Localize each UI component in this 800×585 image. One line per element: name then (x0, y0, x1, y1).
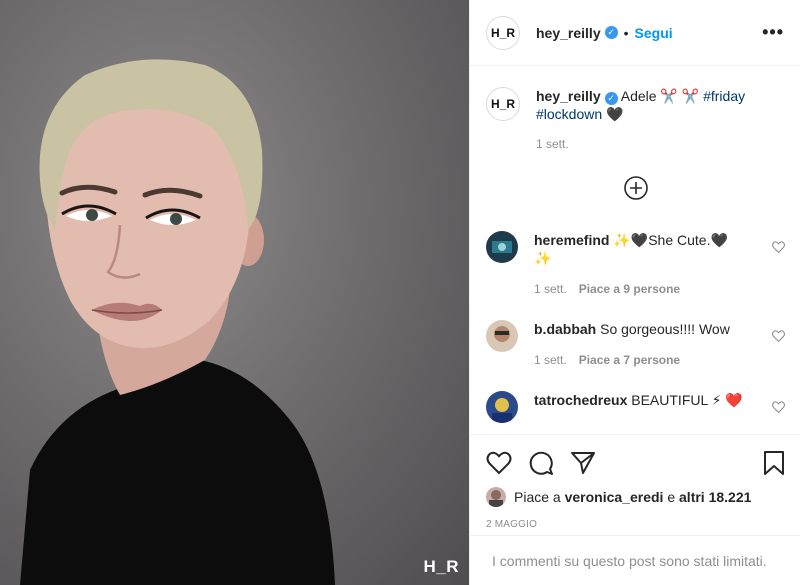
comment-item: tatrochedreux BEAUTIFUL ⚡ ❤️ (486, 391, 785, 423)
comment-username[interactable]: heremefind (534, 232, 609, 248)
comment-likes[interactable]: Piace a 9 persone (579, 282, 680, 296)
caption-time[interactable]: 1 sett. (536, 135, 745, 153)
heart-icon[interactable] (486, 451, 512, 475)
likes-prefix: Piace a (514, 489, 565, 505)
author-avatar[interactable]: H_R (486, 15, 520, 50)
caption-text: Adele ✂️ ✂️ (620, 88, 700, 104)
comment-item: b.dabbah So gorgeous!!!! Wow 1 sett. Piac… (486, 320, 785, 369)
post-caption: H_R hey_reilly ✓ Adele ✂️ ✂️ #friday #loc… (486, 87, 785, 153)
comment-text: BEAUTIFUL ⚡ ❤️ (631, 392, 743, 408)
comment-likes[interactable]: Piace a 7 persone (579, 353, 680, 367)
bookmark-icon[interactable] (763, 450, 785, 476)
post-header: H_R hey_reilly ✓ • Segui ••• (470, 0, 800, 66)
photo-watermark: H_R (423, 557, 459, 576)
heart-icon[interactable] (772, 330, 785, 342)
commenter-avatar[interactable] (486, 320, 518, 352)
hashtag-lockdown[interactable]: #lockdown (536, 106, 602, 122)
likes-middle: e (663, 489, 680, 505)
follow-button[interactable]: Segui (635, 25, 673, 41)
commenter-avatar[interactable] (486, 231, 518, 263)
liker-avatar[interactable] (486, 487, 506, 507)
portrait-illustration (20, 59, 335, 585)
heart-icon[interactable] (772, 401, 785, 413)
caption-username[interactable]: hey_reilly (536, 88, 601, 104)
comment-username[interactable]: tatrochedreux (534, 392, 627, 408)
comment-text: So gorgeous!!!! Wow (600, 321, 730, 337)
post-photo[interactable]: H_R (0, 0, 469, 585)
caption-avatar[interactable]: H_R (486, 87, 520, 121)
verified-badge-icon: ✓ (604, 26, 618, 39)
comment-username[interactable]: b.dabbah (534, 321, 596, 337)
post-sidebar: H_R hey_reilly ✓ • Segui ••• H_R hey_rei… (469, 0, 800, 585)
comment-time[interactable]: 1 sett. (534, 353, 567, 367)
separator-dot: • (623, 24, 629, 41)
verified-badge-icon: ✓ (604, 92, 618, 105)
comment-item: heremefind ✨🖤She Cute.🖤 ✨ 1 sett. Piace a… (486, 231, 785, 298)
share-icon[interactable] (570, 451, 596, 475)
author-username[interactable]: hey_reilly (536, 25, 601, 41)
commenter-avatar[interactable] (486, 391, 518, 423)
comment-icon[interactable] (528, 450, 554, 476)
post-modal: H_R H_R hey_reilly ✓ • Segui ••• H_R hey… (0, 0, 800, 585)
comment-time[interactable]: 1 sett. (534, 282, 567, 296)
likes-others-link[interactable]: altri 18.221 (679, 489, 751, 505)
plus-circle-icon[interactable] (623, 175, 649, 201)
liker-username[interactable]: veronica_eredi (565, 489, 664, 505)
heart-icon[interactable] (772, 241, 785, 253)
comments-list[interactable]: H_R hey_reilly ✓ Adele ✂️ ✂️ #friday #loc… (470, 67, 800, 434)
comments-limited-notice: I commenti su questo post sono stati lim… (470, 535, 800, 585)
likes-summary: Piace a veronica_eredi e altri 18.221 (486, 487, 785, 507)
post-actions: Piace a veronica_eredi e altri 18.221 2 … (470, 434, 800, 530)
hashtag-friday[interactable]: #friday (703, 88, 745, 104)
post-date[interactable]: 2 maggio (486, 519, 785, 530)
caption-emoji: 🖤 (606, 106, 624, 122)
more-icon[interactable]: ••• (762, 22, 784, 43)
